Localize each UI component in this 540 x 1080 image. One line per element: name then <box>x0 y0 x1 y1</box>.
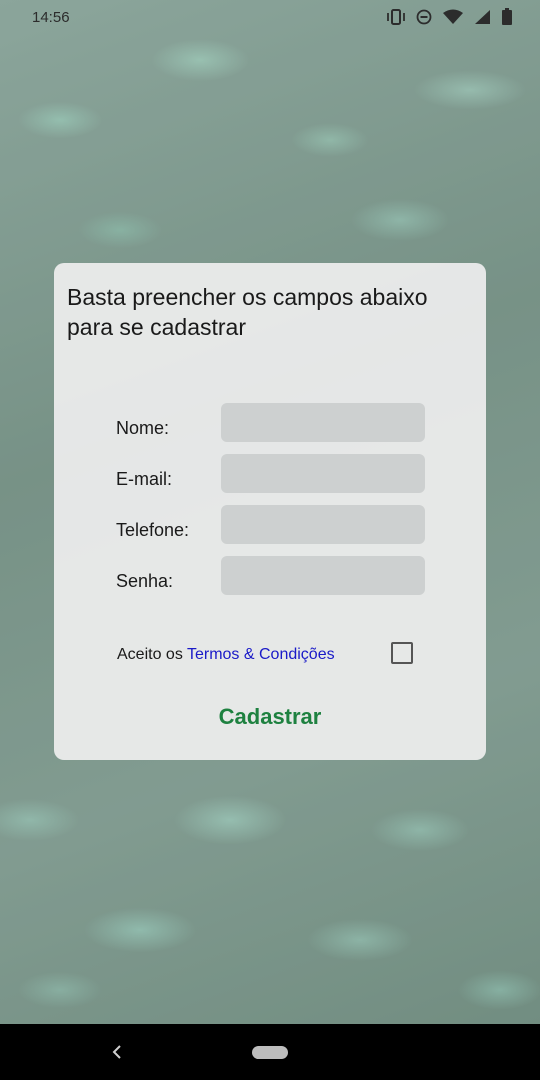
do-not-disturb-icon <box>416 9 432 25</box>
vibrate-icon <box>386 8 406 25</box>
back-icon[interactable] <box>108 1042 128 1062</box>
email-input[interactable] <box>221 454 425 493</box>
cadastrar-button[interactable]: Cadastrar <box>184 697 356 737</box>
battery-icon <box>502 8 512 25</box>
form-row-email: E-mail: <box>54 454 486 494</box>
telefone-label: Telefone: <box>116 520 190 540</box>
terms-checkbox[interactable] <box>391 642 413 664</box>
signal-icon <box>474 9 492 25</box>
navigation-bar <box>0 1024 540 1080</box>
status-time: 14:56 <box>32 9 70 26</box>
terms-link[interactable]: Termos & Condições <box>187 646 335 663</box>
form-row-nome: Nome: <box>54 403 486 443</box>
terms-prefix: Aceito os <box>117 646 187 663</box>
form-title: Basta preencher os campos abaixo para se… <box>67 284 428 340</box>
telefone-input[interactable] <box>221 505 425 544</box>
terms-text: Aceito os Termos & Condições <box>117 646 335 664</box>
signup-card: Basta preencher os campos abaixo para se… <box>54 263 486 760</box>
senha-input[interactable] <box>221 556 425 595</box>
form-row-telefone: Telefone: <box>54 505 486 545</box>
nome-input[interactable] <box>221 403 425 442</box>
form-row-senha: Senha: <box>54 556 486 596</box>
email-label: E-mail: <box>116 469 173 489</box>
terms-row: Aceito os Termos & Condições <box>117 644 427 668</box>
app-screen: 14:56 Basta preencher os campos abaixo p… <box>0 0 540 1080</box>
senha-label: Senha: <box>116 571 174 591</box>
wifi-icon <box>442 9 464 25</box>
nome-label: Nome: <box>116 418 170 438</box>
status-icons <box>386 8 512 25</box>
home-pill-icon[interactable] <box>252 1046 288 1059</box>
status-bar: 14:56 <box>0 0 540 34</box>
